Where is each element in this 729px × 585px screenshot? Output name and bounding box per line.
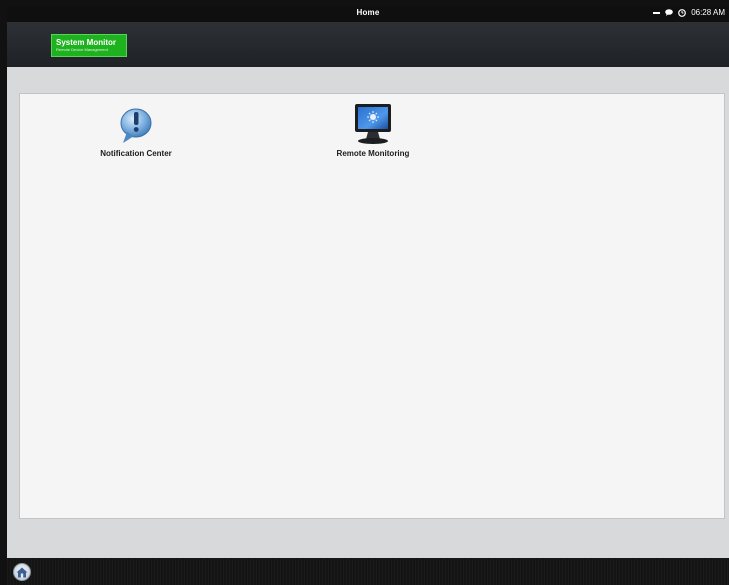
title-bar: Home 06:28 AM bbox=[7, 6, 729, 22]
minimize-icon[interactable] bbox=[653, 11, 661, 14]
screen: Home 06:28 AM System Monitor Remote Devi… bbox=[0, 0, 729, 585]
app-launcher-panel: Notification Center Remote Monitoring bbox=[19, 93, 725, 519]
logo-name: System Monitor bbox=[56, 38, 117, 47]
home-icon bbox=[16, 567, 28, 577]
workspace: Notification Center Remote Monitoring bbox=[7, 67, 729, 558]
clock-icon bbox=[678, 8, 687, 17]
logo-subtitle: Remote Device Management bbox=[56, 47, 108, 52]
app-label: Remote Monitoring bbox=[336, 149, 410, 158]
system-monitor-logo[interactable]: System Monitor Remote Device Management bbox=[51, 34, 127, 57]
home-button[interactable] bbox=[13, 563, 31, 581]
chat-bubble-icon[interactable] bbox=[665, 9, 673, 16]
notification-bubble-icon bbox=[120, 108, 152, 143]
status-area: 06:28 AM bbox=[653, 8, 725, 17]
monitor-icon bbox=[355, 104, 391, 144]
app-label: Notification Center bbox=[100, 149, 172, 158]
notification-center-app[interactable]: Notification Center bbox=[71, 105, 201, 158]
status-time: 06:28 AM bbox=[691, 8, 725, 17]
remote-monitoring-app[interactable]: Remote Monitoring bbox=[308, 103, 438, 158]
app-header: System Monitor Remote Device Management bbox=[7, 22, 729, 67]
bottom-dock bbox=[7, 558, 729, 585]
window-title: Home bbox=[356, 8, 380, 17]
